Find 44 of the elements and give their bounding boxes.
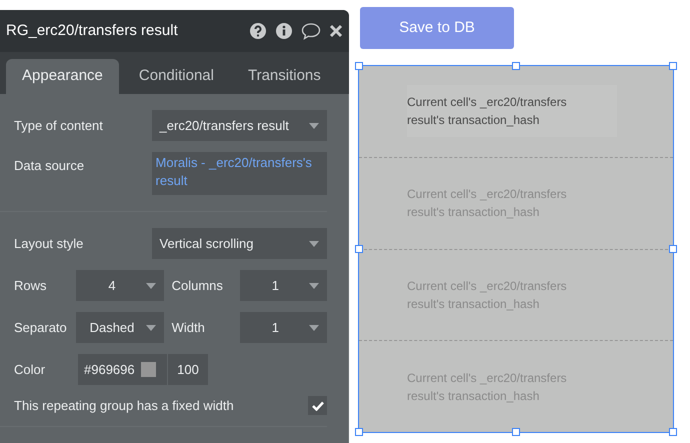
color-field[interactable]: #969696 (78, 354, 167, 385)
field-label: Separato (14, 318, 68, 337)
help-icon[interactable] (249, 22, 267, 40)
dropdown[interactable]: Dashed (76, 312, 164, 343)
dropdown[interactable]: _erc20/transfers result (152, 110, 327, 141)
dropdown[interactable]: Vertical scrolling (152, 228, 327, 259)
tab[interactable]: Transitions (232, 59, 337, 94)
comment-icon[interactable] (301, 22, 321, 40)
resize-handle[interactable] (669, 62, 677, 70)
caret-icon (309, 324, 319, 330)
opacity-field[interactable]: 100 (168, 354, 208, 385)
field-label: Rows (14, 276, 48, 295)
checkbox-label: This repeating group has a fixed width (14, 397, 235, 415)
repeating-group[interactable] (358, 65, 674, 433)
check-icon (312, 400, 324, 411)
resize-handle[interactable] (355, 245, 363, 253)
resize-handle[interactable] (355, 62, 363, 70)
dropdown[interactable]: 4 (76, 270, 164, 301)
field-label: Data source (14, 157, 86, 175)
caret-icon (309, 282, 319, 288)
field-label: Columns (170, 276, 224, 295)
checkbox[interactable] (308, 396, 327, 416)
panel-title: RG_erc20/transfers result (6, 20, 179, 41)
resize-handle[interactable] (669, 428, 677, 436)
field-label: Type of content (14, 116, 104, 135)
resize-handle[interactable] (512, 428, 520, 436)
tab[interactable]: Conditional (122, 59, 230, 94)
field-label: Layout style (14, 234, 84, 253)
resize-handle[interactable] (669, 245, 677, 253)
info-icon[interactable] (275, 22, 293, 40)
field-label: Width (170, 318, 206, 337)
tab[interactable]: Appearance (6, 59, 119, 94)
close-icon[interactable] (329, 24, 343, 38)
caret-icon (146, 324, 156, 330)
caret-icon (309, 122, 319, 128)
caret-icon (146, 282, 156, 288)
field-label: Color (14, 360, 46, 379)
caret-icon (309, 240, 319, 246)
dropdown[interactable]: 1 (240, 312, 327, 343)
resize-handle[interactable] (355, 428, 363, 436)
dropdown[interactable]: 1 (240, 270, 327, 301)
resize-handle[interactable] (512, 62, 520, 70)
cell-text: Current cell's _erc20/transfers result's transaction_hash (407, 85, 617, 138)
color-swatch[interactable] (140, 362, 156, 377)
